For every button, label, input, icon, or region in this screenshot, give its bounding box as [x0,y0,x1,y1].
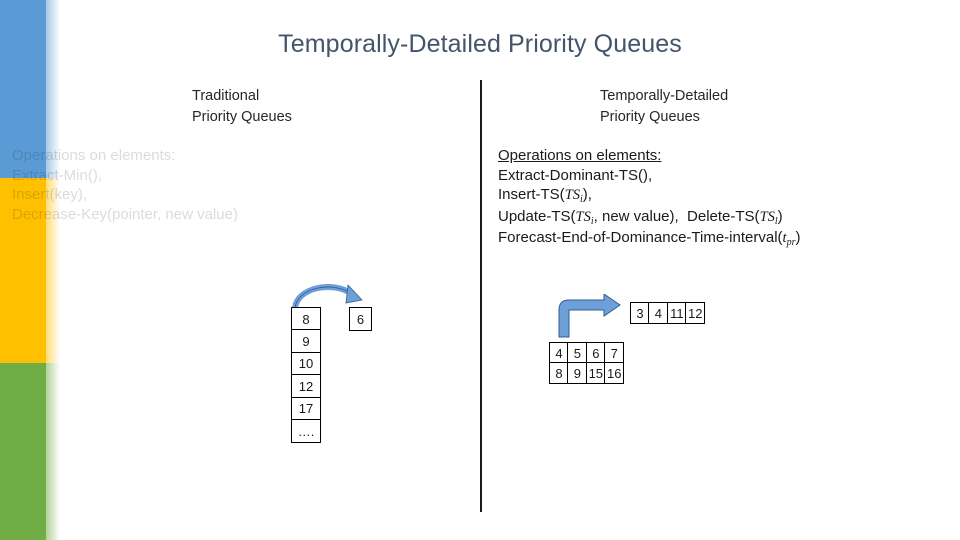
gradient-fade-green [46,363,60,540]
queue-cell: 10 [291,351,321,376]
grid-cell: 8 [549,362,569,385]
time-series-grid: 4 5 6 7 8 9 15 16 [549,342,625,385]
operation-extract-dominant: Extract-Dominant-TS(), [498,166,800,186]
operation-forecast-sub: pr [786,237,796,248]
column-divider [480,80,482,512]
operation-forecast-arg: t [782,230,787,246]
operation-forecast-prefix: Forecast-End-of-Dominance-Time-interval( [498,229,783,246]
grid-row: 4 5 6 7 [549,342,625,364]
operation-insert-ts-prefix: Insert-TS( [498,186,565,203]
grid-cell: 16 [604,362,625,385]
left-ghost-operations-text: Operations on elements: Extract-Min(), I… [12,147,238,223]
operations-heading-label: Operations on elements: [498,147,662,164]
color-band-green [0,363,46,540]
right-column-header: Temporally-Detailed Priority Queues [600,88,729,125]
operation-forecast: Forecast-End-of-Dominance-Time-interval(… [498,228,800,250]
operation-insert-ts-sub: i [580,194,583,205]
traditional-queue: 8 9 10 12 17 …. [291,307,321,444]
dominant-ts-row: 3 4 11 12 [630,302,706,324]
grid-cell: 5 [567,342,588,364]
queue-cell: 12 [291,374,321,399]
operation-update-ts-mid: , new value), [593,207,679,225]
dominant-cell: 3 [630,302,650,324]
operation-insert-ts-arg: TS [564,187,581,203]
grid-row: 8 9 15 16 [549,362,625,385]
left-column-header: Traditional Priority Queues [192,88,292,125]
grid-cell: 6 [585,342,606,364]
elbow-extract-arrow-icon [558,294,621,338]
operations-heading: Operations on elements: [498,146,800,166]
operation-insert-ts-suffix: ), [582,186,592,203]
sidebar-color-bands [0,0,46,540]
operation-update-ts-prefix: Update-TS( [498,207,576,225]
page-title: Temporally-Detailed Priority Queues [278,30,682,58]
dominant-cell: 12 [685,302,706,324]
operation-delete-ts-prefix: Delete-TS( [687,207,760,225]
grid-cell: 7 [604,342,625,364]
queue-cell: 17 [291,396,321,421]
operation-update-delete-ts: Update-TS(TSi, new value), Delete-TS(TSl… [498,207,800,229]
grid-cell: 15 [585,362,606,385]
operation-update-ts-sub: i [590,215,594,227]
dominant-cell: 11 [666,302,687,324]
slide-canvas: Temporally-Detailed Priority Queues Trad… [0,0,960,540]
operation-insert-ts: Insert-TS(TSi), [498,185,800,207]
queue-cell: 9 [291,329,321,354]
dominant-cell: 4 [648,302,669,324]
operation-extract-dominant-label: Extract-Dominant-TS(), [498,166,653,184]
queue-cell: 8 [291,307,321,331]
sidebar-gradient-fade [46,0,60,540]
operation-delete-ts-arg: TS [759,208,775,225]
grid-cell: 9 [567,362,588,385]
queue-cell: …. [291,419,321,444]
operation-forecast-suffix: ) [795,229,801,246]
operation-delete-ts-sub: l [774,215,778,227]
operation-delete-ts-suffix: ) [777,207,783,225]
operation-update-ts-arg: TS [575,208,591,225]
grid-cell: 4 [549,342,569,364]
extracted-element-box: 6 [349,307,372,331]
right-operations-list: Operations on elements: Extract-Dominant… [498,146,800,250]
